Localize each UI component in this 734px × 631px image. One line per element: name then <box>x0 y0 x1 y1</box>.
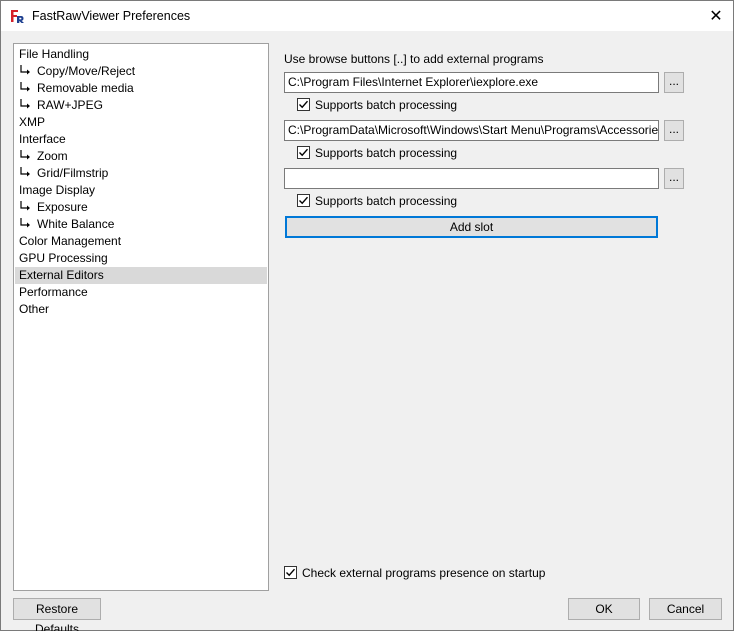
nav-item-label: GPU Processing <box>19 251 108 265</box>
window-title: FastRawViewer Preferences <box>32 9 191 23</box>
cancel-button[interactable]: Cancel <box>649 598 722 620</box>
checkbox-checked-icon <box>297 146 310 159</box>
nav-item[interactable]: RAW+JPEG <box>15 97 267 114</box>
batch-label-2: Supports batch processing <box>315 146 458 160</box>
batch-checkbox-1[interactable]: Supports batch processing <box>297 98 457 114</box>
checkbox-checked-icon <box>297 98 310 111</box>
nav-item[interactable]: External Editors <box>15 267 267 284</box>
tree-branch-icon <box>19 81 37 98</box>
nav-item-label: Zoom <box>37 149 68 163</box>
close-button[interactable]: ✕ <box>699 1 733 31</box>
add-slot-button[interactable]: Add slot <box>285 216 658 238</box>
editors-hint: Use browse buttons [..] to add external … <box>284 52 544 66</box>
nav-item-label: External Editors <box>19 268 104 282</box>
nav-item[interactable]: Exposure <box>15 199 267 216</box>
nav-item-label: Image Display <box>19 183 96 197</box>
tree-branch-icon <box>19 200 37 217</box>
nav-item-label: White Balance <box>37 217 115 231</box>
nav-item-label: Performance <box>19 285 88 299</box>
nav-item[interactable]: Grid/Filmstrip <box>15 165 267 182</box>
editor-path-input-2[interactable]: C:\ProgramData\Microsoft\Windows\Start M… <box>284 120 659 141</box>
checkbox-checked-icon <box>284 566 297 579</box>
batch-checkbox-3[interactable]: Supports batch processing <box>297 194 457 210</box>
nav-item-label: Grid/Filmstrip <box>37 166 109 180</box>
batch-checkbox-2[interactable]: Supports batch processing <box>297 146 457 162</box>
nav-item-label: Other <box>19 302 50 316</box>
nav-item[interactable]: GPU Processing <box>15 250 267 267</box>
category-list[interactable]: File Handling Copy/Move/Reject Removable m… <box>13 43 269 591</box>
nav-item-label: Color Management <box>19 234 122 248</box>
tree-branch-icon <box>19 149 37 166</box>
editor-path-input-1[interactable]: C:\Program Files\Internet Explorer\iexpl… <box>284 72 659 93</box>
browse-button-3[interactable]: ... <box>664 168 684 189</box>
title-bar: FastRawViewer Preferences ✕ <box>1 1 733 31</box>
batch-label-1: Supports batch processing <box>315 98 458 112</box>
nav-item[interactable]: Interface <box>15 131 267 148</box>
nav-item[interactable]: White Balance <box>15 216 267 233</box>
nav-item-label: Interface <box>19 132 66 146</box>
nav-item[interactable]: Copy/Move/Reject <box>15 63 267 80</box>
nav-item-label: XMP <box>19 115 46 129</box>
browse-button-2[interactable]: ... <box>664 120 684 141</box>
tree-branch-icon <box>19 98 37 115</box>
restore-defaults-button[interactable]: Restore Defaults <box>13 598 101 631</box>
nav-item[interactable]: Removable media <box>15 80 267 97</box>
nav-item-label: File Handling <box>19 47 90 61</box>
nav-item[interactable]: Zoom <box>15 148 267 165</box>
nav-item[interactable]: File Handling <box>15 46 267 63</box>
fastrawviewer-app-icon <box>11 10 24 23</box>
check-startup-checkbox[interactable]: Check external programs presence on star… <box>284 566 545 582</box>
tree-branch-icon <box>19 166 37 183</box>
tree-branch-icon <box>19 64 37 81</box>
ok-button[interactable]: OK <box>568 598 640 620</box>
nav-item[interactable]: Color Management <box>15 233 267 250</box>
batch-label-3: Supports batch processing <box>315 194 458 208</box>
nav-item[interactable]: Other <box>15 301 267 318</box>
preferences-window: FastRawViewer Preferences ✕ File Handlin… <box>0 0 734 631</box>
check-startup-label: Check external programs presence on star… <box>302 566 546 580</box>
nav-item[interactable]: Performance <box>15 284 267 301</box>
tree-branch-icon <box>19 217 37 234</box>
nav-item[interactable]: Image Display <box>15 182 267 199</box>
checkbox-checked-icon <box>297 194 310 207</box>
nav-item-label: Exposure <box>37 200 88 214</box>
nav-item[interactable]: XMP <box>15 114 267 131</box>
browse-button-1[interactable]: ... <box>664 72 684 93</box>
nav-item-label: Removable media <box>37 81 134 95</box>
close-icon: ✕ <box>709 8 723 25</box>
nav-item-label: Copy/Move/Reject <box>37 64 136 78</box>
nav-item-label: RAW+JPEG <box>37 98 103 112</box>
editor-path-input-3[interactable] <box>284 168 659 189</box>
